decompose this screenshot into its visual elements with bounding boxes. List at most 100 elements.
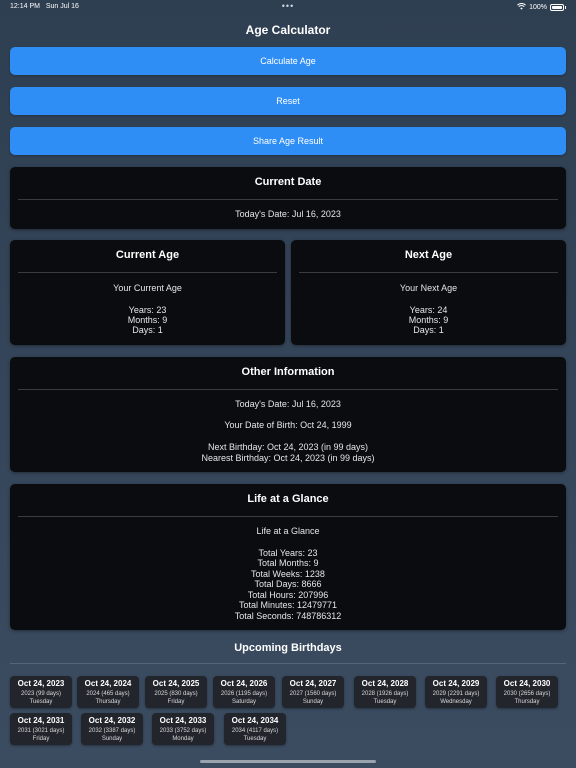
birthday-date: Oct 24, 2028	[361, 679, 409, 688]
status-time: 12:14 PM	[10, 3, 40, 10]
card-divider	[18, 272, 277, 273]
status-date: Sun Jul 16	[45, 3, 79, 10]
life-at-a-glance-title: Life at a Glance	[247, 493, 329, 505]
birthday-detail: 2026 (1195 days)	[220, 691, 268, 697]
battery-cap	[565, 6, 566, 9]
birthday-card: Oct 24, 2025 2025 (830 days) Friday	[145, 676, 207, 708]
birthday-card: Oct 24, 2034 2034 (4117 days) Tuesday	[224, 713, 286, 745]
life-at-a-glance-card: Life at a Glance Life at a Glance Total …	[10, 484, 566, 630]
status-right: 100%	[517, 2, 566, 12]
birthday-card: Oct 24, 2028 2028 (1926 days) Tuesday	[354, 676, 416, 708]
card-divider	[18, 516, 558, 517]
next-age-months: Months: 9	[408, 315, 449, 325]
total-hours: Total Hours: 207996	[247, 590, 329, 600]
total-weeks: Total Weeks: 1238	[251, 569, 325, 579]
birthday-detail: 2030 (2656 days)	[503, 691, 551, 697]
birthday-date: Oct 24, 2023	[17, 679, 65, 688]
birthday-weekday: Saturday	[231, 699, 256, 705]
wifi-icon	[517, 2, 527, 12]
birthday-date: Oct 24, 2033	[159, 716, 207, 725]
birthday-detail: 2031 (3021 days)	[17, 728, 65, 734]
birthday-card: Oct 24, 2023 2023 (99 days) Tuesday	[10, 676, 72, 708]
multitasking-dots[interactable]: •••	[282, 1, 294, 11]
birthday-detail: 2033 (3752 days)	[159, 728, 207, 734]
birthday-detail: 2032 (3387 days)	[88, 728, 136, 734]
other-information-card: Other Information Today's Date: Jul 16, …	[10, 357, 566, 472]
calculate-age-button[interactable]: Calculate Age	[10, 47, 566, 75]
other-info-next-birthday: Next Birthday: Oct 24, 2023 (in 99 days)	[207, 442, 369, 452]
birthday-weekday: Friday	[32, 736, 50, 742]
birthday-card: Oct 24, 2029 2029 (2291 days) Wednesday	[425, 676, 487, 708]
total-months: Total Months: 9	[257, 558, 319, 568]
birthday-card: Oct 24, 2031 2031 (3021 days) Friday	[10, 713, 72, 745]
page-title: Age Calculator	[245, 23, 331, 37]
birthday-card: Oct 24, 2024 2024 (465 days) Thursday	[77, 676, 139, 708]
other-information-title: Other Information	[241, 366, 335, 378]
current-age-months: Months: 9	[127, 315, 168, 325]
birthday-detail: 2023 (99 days)	[20, 691, 62, 697]
other-info-dob: Your Date of Birth: Oct 24, 1999	[224, 420, 352, 430]
section-divider	[10, 663, 566, 664]
birthday-detail: 2028 (1926 days)	[361, 691, 409, 697]
birthday-detail: 2025 (830 days)	[154, 691, 198, 697]
birthday-weekday: Sunday	[302, 699, 324, 705]
birthday-detail: 2029 (2291 days)	[432, 691, 480, 697]
share-age-result-button[interactable]: Share Age Result	[10, 127, 566, 155]
card-divider	[18, 199, 558, 200]
birthday-date: Oct 24, 2025	[152, 679, 200, 688]
card-divider	[18, 389, 558, 390]
total-seconds: Total Seconds: 748786312	[234, 611, 342, 621]
total-days: Total Days: 8666	[254, 579, 322, 589]
next-age-days: Days: 1	[413, 325, 444, 335]
birthday-weekday: Wednesday	[440, 699, 472, 705]
upcoming-birthdays-title: Upcoming Birthdays	[234, 642, 342, 654]
total-years: Total Years: 23	[258, 548, 318, 558]
birthday-date: Oct 24, 2024	[84, 679, 132, 688]
birthday-card: Oct 24, 2026 2026 (1195 days) Saturday	[213, 676, 275, 708]
birthday-card: Oct 24, 2033 2033 (3752 days) Monday	[152, 713, 214, 745]
life-glance-subtitle: Life at a Glance	[256, 526, 320, 536]
other-info-nearest-birthday: Nearest Birthday: Oct 24, 2023 (in 99 da…	[201, 453, 375, 463]
birthday-date: Oct 24, 2034	[231, 716, 279, 725]
birthday-date: Oct 24, 2031	[17, 716, 65, 725]
current-age-title: Current Age	[115, 249, 180, 261]
current-age-card: Current Age Your Current Age Years: 23 M…	[10, 240, 285, 345]
current-age-subtitle: Your Current Age	[113, 283, 182, 293]
birthday-weekday: Friday	[167, 699, 185, 705]
birthday-card: Oct 24, 2030 2030 (2656 days) Thursday	[496, 676, 558, 708]
status-time-date: 12:14 PM Sun Jul 16	[10, 3, 79, 10]
next-age-subtitle: Your Next Age	[399, 283, 458, 293]
battery-percent: 100%	[529, 4, 547, 11]
card-divider	[299, 272, 558, 273]
home-indicator[interactable]	[200, 760, 376, 763]
battery-icon	[550, 4, 564, 11]
birthday-date: Oct 24, 2032	[88, 716, 136, 725]
todays-date-text: Today's Date: Jul 16, 2023	[235, 209, 341, 219]
birthday-weekday: Monday	[172, 736, 194, 742]
birthday-detail: 2034 (4117 days)	[231, 728, 279, 734]
birthday-weekday: Thursday	[95, 699, 121, 705]
birthday-weekday: Sunday	[101, 736, 123, 742]
other-info-today: Today's Date: Jul 16, 2023	[235, 399, 341, 409]
reset-button[interactable]: Reset	[10, 87, 566, 115]
status-bar: 12:14 PM Sun Jul 16 ••• 100%	[0, 0, 576, 14]
current-date-card: Current Date Today's Date: Jul 16, 2023	[10, 167, 566, 229]
birthday-date: Oct 24, 2030	[503, 679, 551, 688]
current-age-years: Years: 23	[128, 305, 167, 315]
birthday-weekday: Thursday	[514, 699, 540, 705]
birthday-weekday: Tuesday	[29, 699, 53, 705]
birthday-card: Oct 24, 2027 2027 (1560 days) Sunday	[282, 676, 344, 708]
birthday-weekday: Tuesday	[373, 699, 397, 705]
total-minutes: Total Minutes: 12479771	[238, 600, 338, 610]
birthday-date: Oct 24, 2029	[432, 679, 480, 688]
birthday-weekday: Tuesday	[243, 736, 267, 742]
birthday-date: Oct 24, 2026	[220, 679, 268, 688]
next-age-years: Years: 24	[409, 305, 448, 315]
current-age-days: Days: 1	[132, 325, 163, 335]
birthday-card: Oct 24, 2032 2032 (3387 days) Sunday	[81, 713, 143, 745]
birthday-date: Oct 24, 2027	[289, 679, 337, 688]
next-age-card: Next Age Your Next Age Years: 24 Months:…	[291, 240, 566, 345]
birthday-detail: 2024 (465 days)	[86, 691, 130, 697]
next-age-title: Next Age	[404, 249, 453, 261]
current-date-title: Current Date	[254, 176, 322, 188]
